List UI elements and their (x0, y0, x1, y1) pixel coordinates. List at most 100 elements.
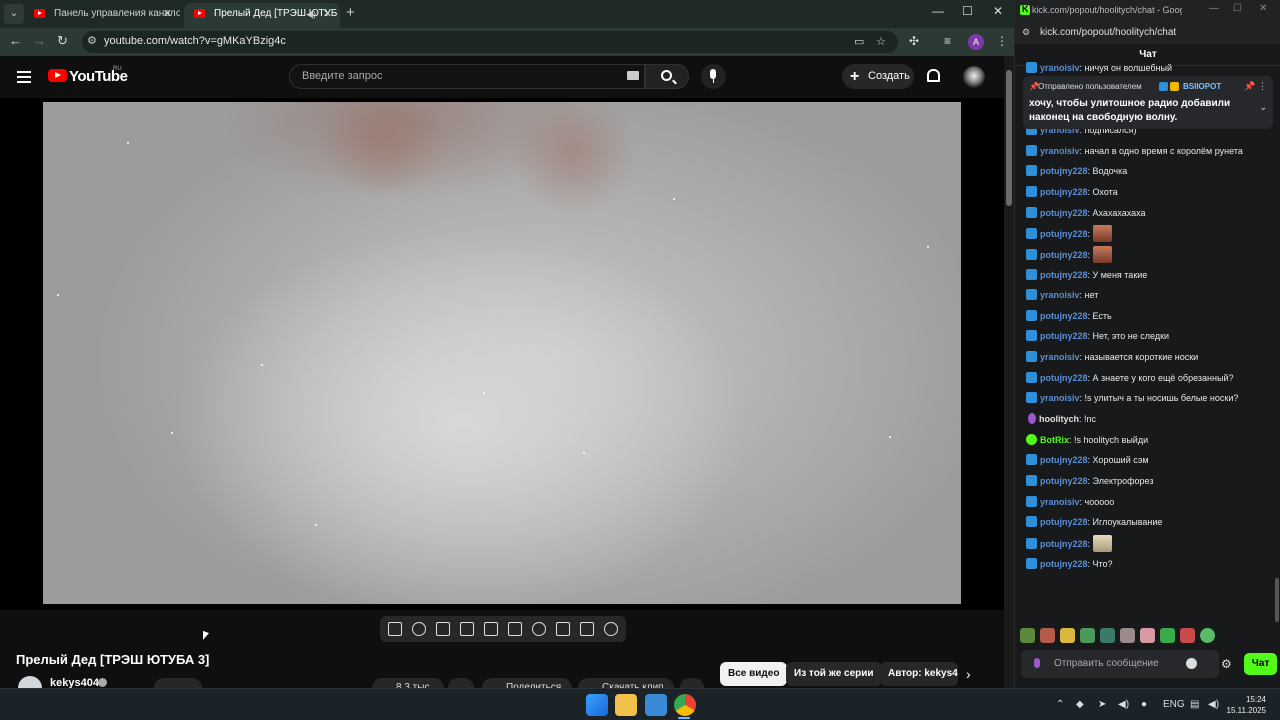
chat-message[interactable]: potujny228: Водочка (1026, 163, 1127, 183)
chat-username[interactable]: hoolitych (1039, 414, 1079, 424)
new-tab-button[interactable]: + (346, 4, 355, 21)
pinned-username[interactable]: BSIIOPOT (1183, 82, 1221, 91)
page-scrollbar[interactable] (1004, 56, 1014, 688)
chat-username[interactable]: yranoisiv (1040, 146, 1080, 156)
chat-username[interactable]: yranoisiv (1040, 393, 1080, 403)
file-explorer-icon[interactable] (615, 694, 637, 716)
chat-username[interactable]: potujny228 (1040, 208, 1088, 218)
chat-message[interactable]: potujny228: Ахахахахаха (1026, 205, 1146, 225)
pinned-actions-icon[interactable]: 📌 ⋮ (1244, 81, 1267, 92)
cast-icon[interactable]: ▭ (854, 35, 864, 48)
browser-menu-icon[interactable]: ⋮ (996, 34, 1008, 48)
chat-message-input[interactable]: Отправить сообщение (1021, 650, 1219, 678)
chip-same-series[interactable]: Из той же серии (786, 662, 882, 686)
chat-username[interactable]: potujny228 (1040, 270, 1088, 280)
chevron-right-icon[interactable]: › (966, 666, 971, 682)
url-field[interactable]: ⚙ youtube.com/watch?v=gMKaYBzig4c ▭ ☆ (82, 31, 898, 53)
video-frame[interactable] (43, 102, 961, 604)
close-window-icon[interactable]: ✕ (1259, 3, 1267, 14)
create-button[interactable]: + Создать (842, 64, 914, 89)
audio-icon[interactable] (412, 622, 426, 636)
chrome-icon[interactable] (674, 694, 696, 716)
emote-2[interactable] (1040, 628, 1055, 643)
start-windows-icon[interactable] (586, 694, 608, 716)
chat-settings-gear-icon[interactable]: ⚙ (1221, 657, 1232, 671)
chat-username[interactable]: potujny228 (1040, 559, 1088, 569)
send-chat-button[interactable]: Чат (1244, 653, 1277, 675)
chat-username[interactable]: potujny228 (1040, 187, 1088, 197)
profile-avatar[interactable]: A (968, 34, 984, 50)
chat-scrollbar-thumb[interactable] (1275, 578, 1279, 622)
close-tab-icon[interactable]: ✕ (163, 3, 172, 25)
chat-url-bar[interactable]: ⚙ kick.com/popout/hoolitych/chat (1015, 22, 1280, 44)
chat-message[interactable]: potujny228: Есть (1026, 308, 1112, 328)
chat-scrollbar[interactable] (1273, 66, 1280, 622)
chat-message[interactable]: potujny228: (1026, 245, 1112, 266)
hamburger-menu-icon[interactable] (17, 71, 31, 83)
chat-username[interactable]: potujny228 (1040, 229, 1088, 239)
tab-current-video[interactable]: Прелый Дед [ТРЭШ ЮТУБ ◀) ✕ (184, 3, 340, 28)
chip-all-videos[interactable]: Все видео (720, 662, 788, 686)
search-button[interactable] (645, 64, 689, 89)
youtube-logo-icon[interactable] (48, 69, 67, 82)
emote-4[interactable] (1080, 628, 1095, 643)
reload-icon[interactable]: ↻ (57, 33, 68, 49)
language-indicator[interactable]: ENG (1163, 699, 1185, 710)
chat-message[interactable]: potujny228: (1026, 534, 1112, 555)
emote-5[interactable] (1100, 628, 1115, 643)
emote-10[interactable] (1200, 628, 1215, 643)
emote-6[interactable] (1120, 628, 1135, 643)
chat-message[interactable]: BotRix: !s hoolitych выйди (1026, 432, 1148, 452)
keyboard-icon[interactable] (627, 71, 639, 80)
chat-message[interactable]: potujny228: А знаете у кого ещё обрезанн… (1026, 370, 1233, 390)
volume-icon[interactable]: ◀) (1118, 699, 1129, 710)
chat-message[interactable]: potujny228: Что? (1026, 556, 1113, 576)
maximize-icon[interactable]: ☐ (1233, 3, 1242, 14)
chip-author[interactable]: Автор: kekys40 (880, 662, 958, 686)
chat-username[interactable]: potujny228 (1040, 311, 1088, 321)
media-controls-icon[interactable]: ≡ (944, 34, 951, 48)
search-input[interactable]: Введите запрос (289, 64, 645, 89)
chat-username[interactable]: potujny228 (1040, 250, 1088, 260)
chat-username[interactable]: potujny228 (1040, 373, 1088, 383)
extensions-puzzle-icon[interactable]: ✣ (909, 34, 919, 48)
network-icon[interactable]: ▤ (1190, 699, 1199, 710)
microphone-icon[interactable]: ● (1141, 699, 1147, 710)
chevron-down-icon[interactable]: ⌄ (1259, 102, 1267, 113)
mic-icon[interactable] (1034, 658, 1040, 668)
chat-message[interactable]: yranoisiv: !s улитыч а ты носишь белые н… (1026, 390, 1238, 410)
add-icon[interactable] (556, 622, 570, 636)
chat-message[interactable]: yranoisiv: начал в одно время с королём … (1026, 143, 1243, 163)
close-tab-icon[interactable]: ✕ (323, 3, 332, 25)
chat-username[interactable]: yranoisiv (1040, 63, 1080, 73)
chat-message[interactable]: potujny228: Нет, это не следки (1026, 328, 1169, 348)
telegram-icon[interactable]: ➤ (1098, 699, 1106, 710)
bookmark-star-icon[interactable]: ☆ (876, 35, 886, 48)
chat-username[interactable]: BotRix (1040, 435, 1069, 445)
theater-icon[interactable] (508, 622, 522, 636)
chat-message[interactable]: yranoisiv: чооооо (1026, 494, 1114, 514)
chat-message-list[interactable]: yranoisiv: ничуя он волшебный yranoisiv: … (1015, 60, 1280, 616)
site-info-icon[interactable]: ⚙ (1022, 27, 1030, 38)
minimize-icon[interactable]: — (1209, 3, 1219, 14)
pinned-message[interactable]: 📌 Отправлено пользователем BSIIOPOT 📌 ⋮ … (1023, 76, 1273, 129)
site-info-icon[interactable]: ⚙ (87, 34, 97, 47)
screenshot-camera-icon[interactable] (580, 622, 594, 636)
chat-username[interactable]: yranoisiv (1040, 290, 1080, 300)
emote-9[interactable] (1180, 628, 1195, 643)
chat-message[interactable]: potujny228: У меня такие (1026, 267, 1147, 287)
chat-username[interactable]: yranoisiv (1040, 497, 1080, 507)
chat-username[interactable]: potujny228 (1040, 476, 1088, 486)
emote-1[interactable] (1020, 628, 1035, 643)
speaker-icon[interactable]: ◀) (306, 3, 316, 25)
tab-channel-dashboard[interactable]: Панель управления каналом ✕ (24, 3, 180, 28)
chat-message[interactable]: yranoisiv: нет (1026, 287, 1098, 307)
tab-search-button[interactable]: ⌄ (4, 4, 24, 24)
chat-message[interactable]: yranoisiv: называется короткие носки (1026, 349, 1198, 369)
forward-arrow-icon[interactable]: → (33, 33, 46, 48)
close-window-icon[interactable]: ✕ (993, 4, 1003, 18)
tray-app-icon[interactable]: ◆ (1076, 699, 1084, 710)
chat-username[interactable]: potujny228 (1040, 517, 1088, 527)
chat-message[interactable]: potujny228: Электрофорез (1026, 473, 1153, 493)
notifications-bell-icon[interactable] (927, 69, 940, 82)
